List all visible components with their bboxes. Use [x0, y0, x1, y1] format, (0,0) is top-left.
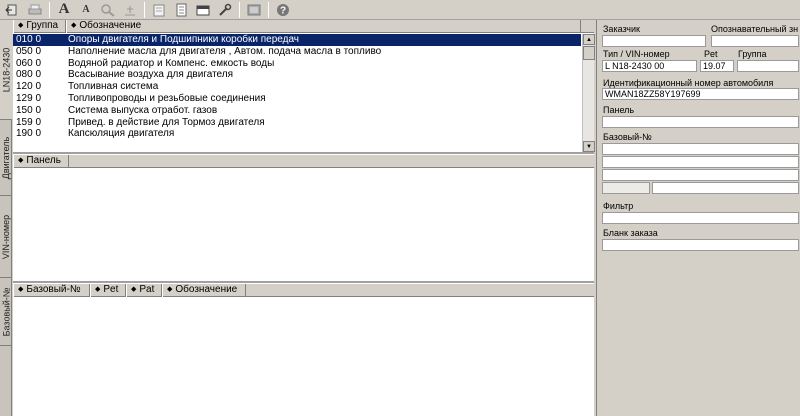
- zoom-icon[interactable]: [97, 1, 119, 19]
- base-no-field-5[interactable]: [652, 182, 799, 194]
- group-table-scrollbar[interactable]: ▲ ▼: [582, 34, 595, 152]
- type-vin-label: Тип / VIN-номер: [603, 49, 670, 59]
- toolbar: A A ?: [0, 0, 800, 20]
- group-table-header: ◆ Группа ◆ Обозначение: [13, 20, 594, 33]
- ident-label: Опознавательный зн: [711, 24, 799, 34]
- group-table: ◆ Группа ◆ Обозначение 010 0 Опоры двигател…: [13, 20, 595, 152]
- table-row[interactable]: 120 0 Топливная система: [13, 81, 581, 93]
- scroll-thumb[interactable]: [583, 46, 595, 60]
- table-row[interactable]: 010 0 Опоры двигателя и Подшипники коробк…: [13, 34, 581, 46]
- filter-field[interactable]: [602, 212, 799, 224]
- side-tab-base-no[interactable]: Базовый-№: [0, 278, 12, 346]
- side-tab-model[interactable]: LN18-2430: [0, 20, 12, 120]
- filter-label: Фильтр: [603, 201, 634, 211]
- side-tab-label: VIN-номер: [1, 214, 11, 259]
- order-form-field[interactable]: [602, 239, 799, 251]
- exit-icon[interactable]: [2, 1, 24, 19]
- edit-icon[interactable]: [148, 1, 170, 19]
- folder-icon[interactable]: [192, 1, 214, 19]
- scroll-up-icon[interactable]: ▲: [583, 34, 595, 45]
- window-icon[interactable]: [243, 1, 265, 19]
- table-row[interactable]: 159 0 Привед. в действие для Тормоз двига…: [13, 117, 581, 129]
- group-table-rows: 010 0 Опоры двигателя и Подшипники коробк…: [13, 34, 581, 152]
- vehicle-id-label: Идентификационный номер автомобиля: [603, 78, 774, 88]
- print-icon[interactable]: [24, 1, 46, 19]
- toolbar-separator: [239, 1, 240, 18]
- type-vin-field[interactable]: L N18-2430 00: [602, 60, 697, 72]
- table-row[interactable]: 129 0 Топливопроводы и резьбовые соединен…: [13, 93, 581, 105]
- toolbar-separator: [49, 1, 50, 18]
- column-base-no[interactable]: ◆ Базовый-№: [13, 284, 90, 297]
- splitter[interactable]: [13, 281, 594, 283]
- parts-table-header: ◆ Базовый-№ ◆ Pet ◆ Pat ◆ Обозначение: [13, 284, 594, 297]
- customer-field[interactable]: [602, 35, 706, 47]
- main-area: ◆ Группа ◆ Обозначение 010 0 Опоры двигател…: [13, 20, 595, 416]
- font-large-icon[interactable]: A: [53, 1, 75, 19]
- column-pet[interactable]: ◆ Pet: [90, 284, 126, 297]
- toolbar-separator: [268, 1, 269, 18]
- pet-label: Pet: [704, 49, 718, 59]
- table-row[interactable]: 060 0 Водяной радиатор и Компенс. емкость…: [13, 58, 581, 70]
- side-tabs: LN18-2430 Двигатель VIN-номер Базовый-№: [0, 20, 12, 416]
- ident-field[interactable]: [711, 35, 799, 47]
- base-no-field-4[interactable]: [602, 182, 650, 194]
- side-tab-vin[interactable]: VIN-номер: [0, 196, 12, 278]
- column-designation[interactable]: ◆ Обозначение: [162, 284, 246, 297]
- document-icon[interactable]: [170, 1, 192, 19]
- order-form-label: Бланк заказа: [603, 228, 658, 238]
- vehicle-id-field[interactable]: WMAN18ZZ58Y197699: [602, 88, 799, 100]
- tools-icon[interactable]: [214, 1, 236, 19]
- scroll-down-icon[interactable]: ▼: [583, 141, 595, 152]
- column-designation[interactable]: ◆ Обозначение: [66, 20, 581, 33]
- table-row[interactable]: 050 0 Наполнение масла для двигателя , Ав…: [13, 46, 581, 58]
- table-row[interactable]: 190 0 Капсюляция двигателя: [13, 128, 581, 140]
- info-panel: Заказчик Опознавательный зн Тип / VIN-но…: [596, 20, 800, 416]
- table-row[interactable]: 150 0 Система выпуска отработ. газов: [13, 105, 581, 117]
- base-no-field-3[interactable]: [602, 169, 799, 181]
- side-tab-label: Двигатель: [1, 136, 11, 179]
- group-label: Группа: [738, 49, 767, 59]
- panel-field[interactable]: [602, 116, 799, 128]
- svg-text:?: ?: [280, 5, 286, 16]
- column-group[interactable]: ◆ Группа: [13, 20, 66, 33]
- base-no-label: Базовый-№: [603, 132, 652, 142]
- splitter[interactable]: [13, 152, 594, 154]
- column-pat[interactable]: ◆ Pat: [126, 284, 162, 297]
- customer-label: Заказчик: [603, 24, 640, 34]
- toolbar-separator: [144, 1, 145, 18]
- side-tab-engine[interactable]: Двигатель: [0, 120, 12, 196]
- help-icon[interactable]: ?: [272, 1, 294, 19]
- panel-table-header: ◆ Панель: [13, 155, 594, 168]
- column-panel[interactable]: ◆ Панель: [13, 155, 69, 168]
- font-small-icon[interactable]: A: [75, 1, 97, 19]
- table-row[interactable]: 080 0 Всасывание воздуха для двигателя: [13, 69, 581, 81]
- pet-field[interactable]: 19.07: [700, 60, 734, 72]
- panel-label: Панель: [603, 105, 635, 115]
- side-tab-label: Базовый-№: [1, 287, 11, 336]
- group-field[interactable]: [737, 60, 799, 72]
- pin-icon[interactable]: [119, 1, 141, 19]
- base-no-field-1[interactable]: [602, 143, 799, 155]
- side-tab-label: LN18-2430: [1, 47, 12, 92]
- base-no-field-2[interactable]: [602, 156, 799, 168]
